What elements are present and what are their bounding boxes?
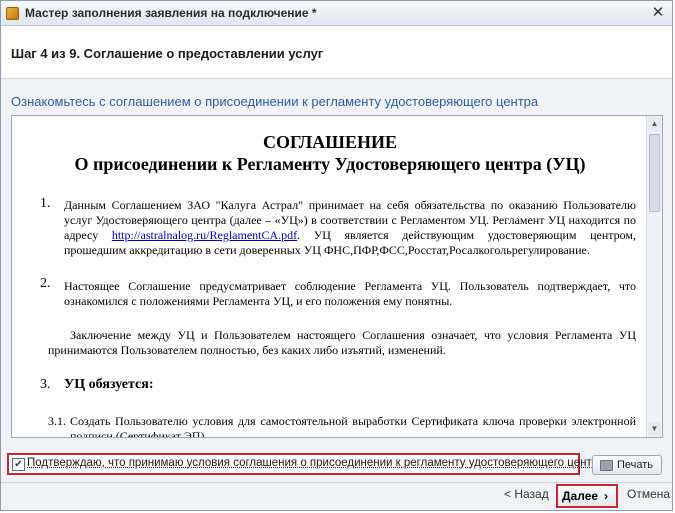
agreement-document-frame[interactable]: СОГЛАШЕНИЕ О присоединении к Регламенту … [11,115,663,438]
next-button-label: Далее [562,489,599,503]
agree-checkbox-row[interactable]: ✔ Подтверждаю, что принимаю условия согл… [7,453,605,475]
item-3-1-text: Создать Пользователю условия для самосто… [70,414,636,437]
acceptance-paragraph: Заключение между УЦ и Пользователем наст… [48,328,636,357]
title-bar: Мастер заполнения заявления на подключен… [1,1,672,26]
print-button[interactable]: Печать [592,455,662,475]
document-scrollbar[interactable]: ▲ ▼ [646,116,662,437]
item-3-1-number: 3.1. [48,414,66,428]
item-2-text: Настоящее Соглашение предусматривает соб… [64,279,636,308]
doc-subtitle: О присоединении к Регламенту Удостоверяю… [74,154,586,174]
next-button[interactable]: Далее › [556,484,618,508]
item-2-number: 2. [40,276,51,291]
cancel-button[interactable]: Отмена [627,487,670,501]
instruction-text: Ознакомьтесь с соглашением о присоединен… [11,94,539,109]
window-title: Мастер заполнения заявления на подключен… [25,6,317,20]
item-3-heading: УЦ обязуется: [64,377,154,392]
app-icon [6,7,19,20]
step-header: Шаг 4 из 9. Соглашение о предоставлении … [1,26,672,79]
agreement-document: СОГЛАШЕНИЕ О присоединении к Регламенту … [12,116,648,437]
next-arrow-icon: › [604,489,608,503]
doc-title: СОГЛАШЕНИЕ [263,132,397,152]
reglament-link[interactable]: http://astralnalog.ru/ReglamentCA.pdf [112,228,297,242]
step-title: Шаг 4 из 9. Соглашение о предоставлении … [11,46,324,61]
item-1-text: Данным Соглашением ЗАО "Калуга Астрал" п… [64,198,636,258]
item-1-number: 1. [40,196,51,211]
scroll-up-arrow-icon[interactable]: ▲ [648,117,661,131]
scroll-thumb[interactable] [649,134,660,212]
wizard-window: Мастер заполнения заявления на подключен… [0,0,673,511]
agree-label[interactable]: Подтверждаю, что принимаю условия соглаш… [27,457,605,469]
agree-checkbox[interactable]: ✔ [12,458,25,471]
footer-separator [1,482,672,483]
back-button[interactable]: < Назад [504,487,549,501]
print-button-label: Печать [617,459,654,471]
item-3-number: 3. [40,377,51,392]
scroll-down-arrow-icon[interactable]: ▼ [648,422,661,436]
close-button[interactable]: ✕ [650,5,666,21]
printer-icon [600,460,613,471]
